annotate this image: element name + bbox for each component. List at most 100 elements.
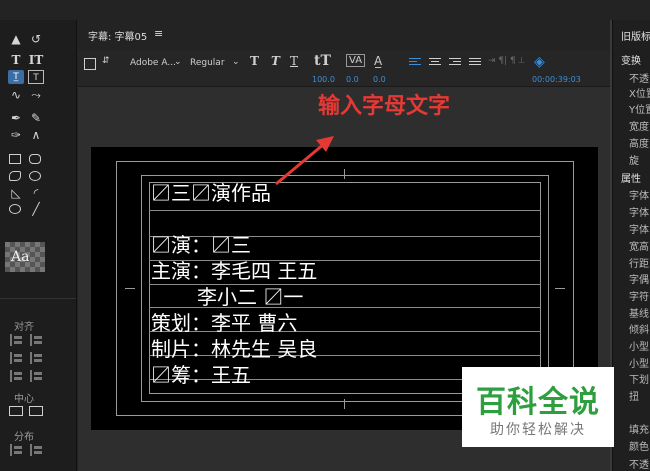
transform-item: 宽度	[629, 122, 649, 133]
rotation-item[interactable]: 旋	[629, 152, 639, 167]
align-right-text-icon[interactable]	[449, 58, 461, 68]
align-right-icon[interactable]	[30, 370, 46, 382]
center-tick	[344, 399, 345, 409]
property-item: 宽高	[629, 242, 649, 253]
watermark-logo: 百科全说 助你轻松解决	[462, 367, 614, 447]
annotation-arrow-icon	[275, 136, 334, 186]
font-style-select[interactable]: Regular	[190, 58, 225, 68]
transform-item: 不透	[629, 74, 649, 85]
distribute-center-icon[interactable]	[30, 444, 46, 456]
new-title-icon[interactable]	[84, 58, 96, 70]
transform-item: 高度	[629, 139, 649, 150]
align-left-text-icon[interactable]	[409, 58, 421, 68]
property-item: 字体	[629, 191, 649, 202]
watermark-sub-text: 助你轻松解决	[490, 422, 586, 438]
tab-stops-icon[interactable]: ⇥ ¶| ¶ ⟂	[488, 56, 525, 66]
credit-line[interactable]: 〼三〼演作品	[151, 181, 271, 205]
vertical-area-type-tool-icon[interactable]: T	[28, 70, 44, 84]
style-sample-swatch[interactable]: Aa	[5, 242, 45, 272]
align-center-h-icon[interactable]	[30, 334, 46, 346]
align-bottom-icon[interactable]	[10, 370, 26, 382]
font-family-select[interactable]: Adobe A...	[130, 58, 176, 68]
credit-line[interactable]: 制片：林先生 吴良	[151, 337, 317, 361]
property-item: 下划	[629, 375, 649, 386]
center-vertical-icon[interactable]	[29, 406, 43, 416]
distribute-left-icon[interactable]	[10, 444, 26, 456]
center-tick	[125, 288, 135, 289]
property-item: 字偶	[629, 275, 649, 286]
properties-panel-title: 旧版标	[621, 32, 650, 43]
type-tool-icon[interactable]: T	[8, 53, 24, 67]
area-type-tool-icon[interactable]: T̲	[8, 70, 24, 84]
underline-button[interactable]: T	[290, 54, 298, 68]
italic-button[interactable]: T	[271, 54, 280, 68]
convert-anchor-tool-icon[interactable]: ∧	[28, 128, 44, 142]
transform-item: Y位置	[629, 105, 650, 116]
path-type-tool-icon[interactable]: ∿	[8, 88, 24, 102]
arc-tool-icon[interactable]: ◜	[28, 186, 44, 200]
baseline-shift-icon: A̲	[374, 54, 383, 68]
text-line-guide	[149, 210, 541, 211]
selection-tool-icon[interactable]: ▲	[8, 32, 24, 46]
center-tick	[344, 169, 345, 179]
align-center-text-icon[interactable]	[429, 58, 441, 68]
watermark-main-text: 百科全说	[476, 385, 600, 420]
center-section-label: 中心	[14, 394, 34, 405]
kerning-value[interactable]: 0.0	[346, 75, 359, 84]
font-size-icon: tT	[314, 53, 331, 69]
wedge-tool-icon[interactable]: ◺	[8, 186, 24, 200]
properties-section-header[interactable]: 属性	[621, 170, 641, 185]
line-tool-icon[interactable]: ╱	[28, 202, 44, 216]
title-panel-header: 字幕: 字幕05 ≡	[78, 20, 610, 48]
rectangle-tool-icon[interactable]	[9, 154, 21, 164]
opacity-item: 不透	[629, 460, 649, 471]
bold-button[interactable]: T	[250, 54, 259, 68]
align-section-label: 对齐	[14, 322, 34, 333]
credit-line[interactable]: 〼演：〼三	[151, 233, 251, 257]
rotation-tool-icon[interactable]: ↺	[28, 32, 44, 46]
tools-panel: ▲ ↺ T IT T̲ T ∿ ⤳ ✒ ✎ ✑ ∧ ◺ ◜ ╱ Aa 对齐 中心…	[0, 20, 77, 471]
credit-line[interactable]: 〼筹：王五	[151, 363, 251, 387]
transform-section-header[interactable]: 变换	[621, 52, 641, 67]
pen-tool-icon[interactable]: ✒	[8, 111, 24, 125]
align-left-icon[interactable]	[10, 334, 26, 346]
annotation-text: 输入字母文字	[318, 94, 451, 119]
legacy-title-properties-panel: 旧版标 变换 不透 X位置 Y位置 宽度 高度 旋 属性 字体 字体 字体 宽高…	[612, 20, 650, 471]
property-item: 小型	[629, 359, 649, 370]
timecode-value[interactable]: 00:00:39:03	[532, 75, 581, 84]
center-horizontal-icon[interactable]	[9, 406, 23, 416]
add-anchor-tool-icon[interactable]: ✎	[28, 111, 44, 125]
background-video-icon[interactable]: ◈	[534, 54, 545, 70]
roll-crawl-icon[interactable]: ⇵	[102, 56, 110, 66]
credit-line[interactable]: 主演：李毛四 王五	[151, 259, 317, 283]
property-item: 小型	[629, 342, 649, 353]
chevron-down-icon[interactable]: ⌄	[232, 57, 240, 67]
rounded-rectangle-tool-icon[interactable]	[29, 154, 41, 164]
credit-line[interactable]: 李小二 〼一	[197, 285, 303, 309]
vertical-type-tool-icon[interactable]: IT	[28, 53, 44, 67]
justify-text-icon[interactable]	[469, 58, 481, 68]
delete-anchor-tool-icon[interactable]: ✑	[8, 128, 24, 142]
chevron-down-icon[interactable]: ⌄	[174, 57, 182, 67]
property-item: 行距	[629, 259, 649, 270]
baseline-shift-value[interactable]: 0.0	[373, 75, 386, 84]
property-item: 倾斜	[629, 325, 649, 336]
color-item: 颜色	[629, 442, 649, 453]
vertical-path-type-tool-icon[interactable]: ⤳	[28, 88, 44, 102]
clipped-rectangle-tool-icon[interactable]	[9, 171, 21, 181]
credit-line[interactable]: 策划：李平 曹六	[151, 311, 297, 335]
center-tick	[555, 288, 565, 289]
font-size-value[interactable]: 100.0	[312, 75, 335, 84]
fill-item[interactable]: 填充	[629, 421, 649, 436]
align-middle-icon[interactable]	[30, 352, 46, 364]
align-top-icon[interactable]	[10, 352, 26, 364]
ellipse-tool-icon[interactable]	[9, 204, 21, 214]
hamburger-icon[interactable]: ≡	[154, 27, 163, 40]
property-item: 基线	[629, 309, 649, 320]
distort-item[interactable]: 扭	[629, 388, 639, 403]
property-item: 字体	[629, 208, 649, 219]
panel-title: 字幕: 字幕05	[88, 32, 148, 43]
kerning-icon: VA	[346, 54, 366, 67]
rounded-corner-tool-icon[interactable]	[29, 171, 41, 181]
property-item: 字体	[629, 225, 649, 236]
